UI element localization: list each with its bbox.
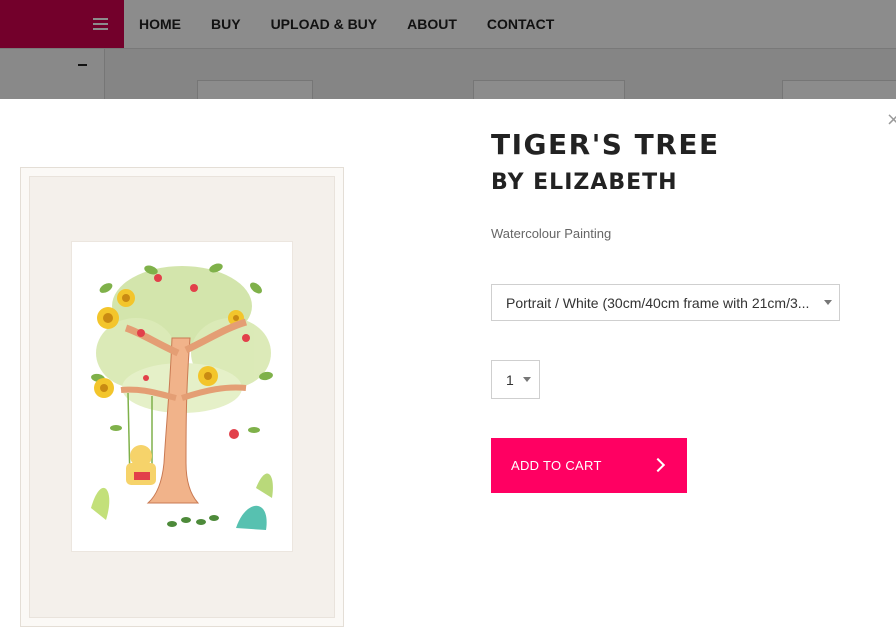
frame-option-value: Portrait / White (30cm/40cm frame with 2…	[506, 294, 810, 311]
chevron-down-icon	[523, 377, 531, 382]
product-image-frame	[20, 167, 344, 627]
product-title: TIGER'S TREE	[491, 128, 720, 161]
quantity-value: 1	[506, 371, 514, 388]
chevron-right-icon	[650, 457, 666, 473]
tree-illustration	[91, 263, 273, 530]
product-artist: BY ELIZABETH	[491, 170, 678, 195]
quantity-select[interactable]: 1	[491, 360, 540, 399]
product-quick-view-modal: × TIGER'S TREE BY ELIZABETH Watercolour …	[0, 99, 896, 640]
chevron-down-icon	[824, 300, 832, 305]
product-medium: Watercolour Painting	[491, 226, 612, 241]
add-to-cart-button[interactable]: ADD TO CART	[491, 438, 687, 493]
artwork-image	[72, 242, 292, 551]
add-to-cart-label: ADD TO CART	[511, 458, 602, 473]
close-icon[interactable]: ×	[886, 111, 896, 129]
frame-option-select[interactable]: Portrait / White (30cm/40cm frame with 2…	[491, 284, 840, 321]
